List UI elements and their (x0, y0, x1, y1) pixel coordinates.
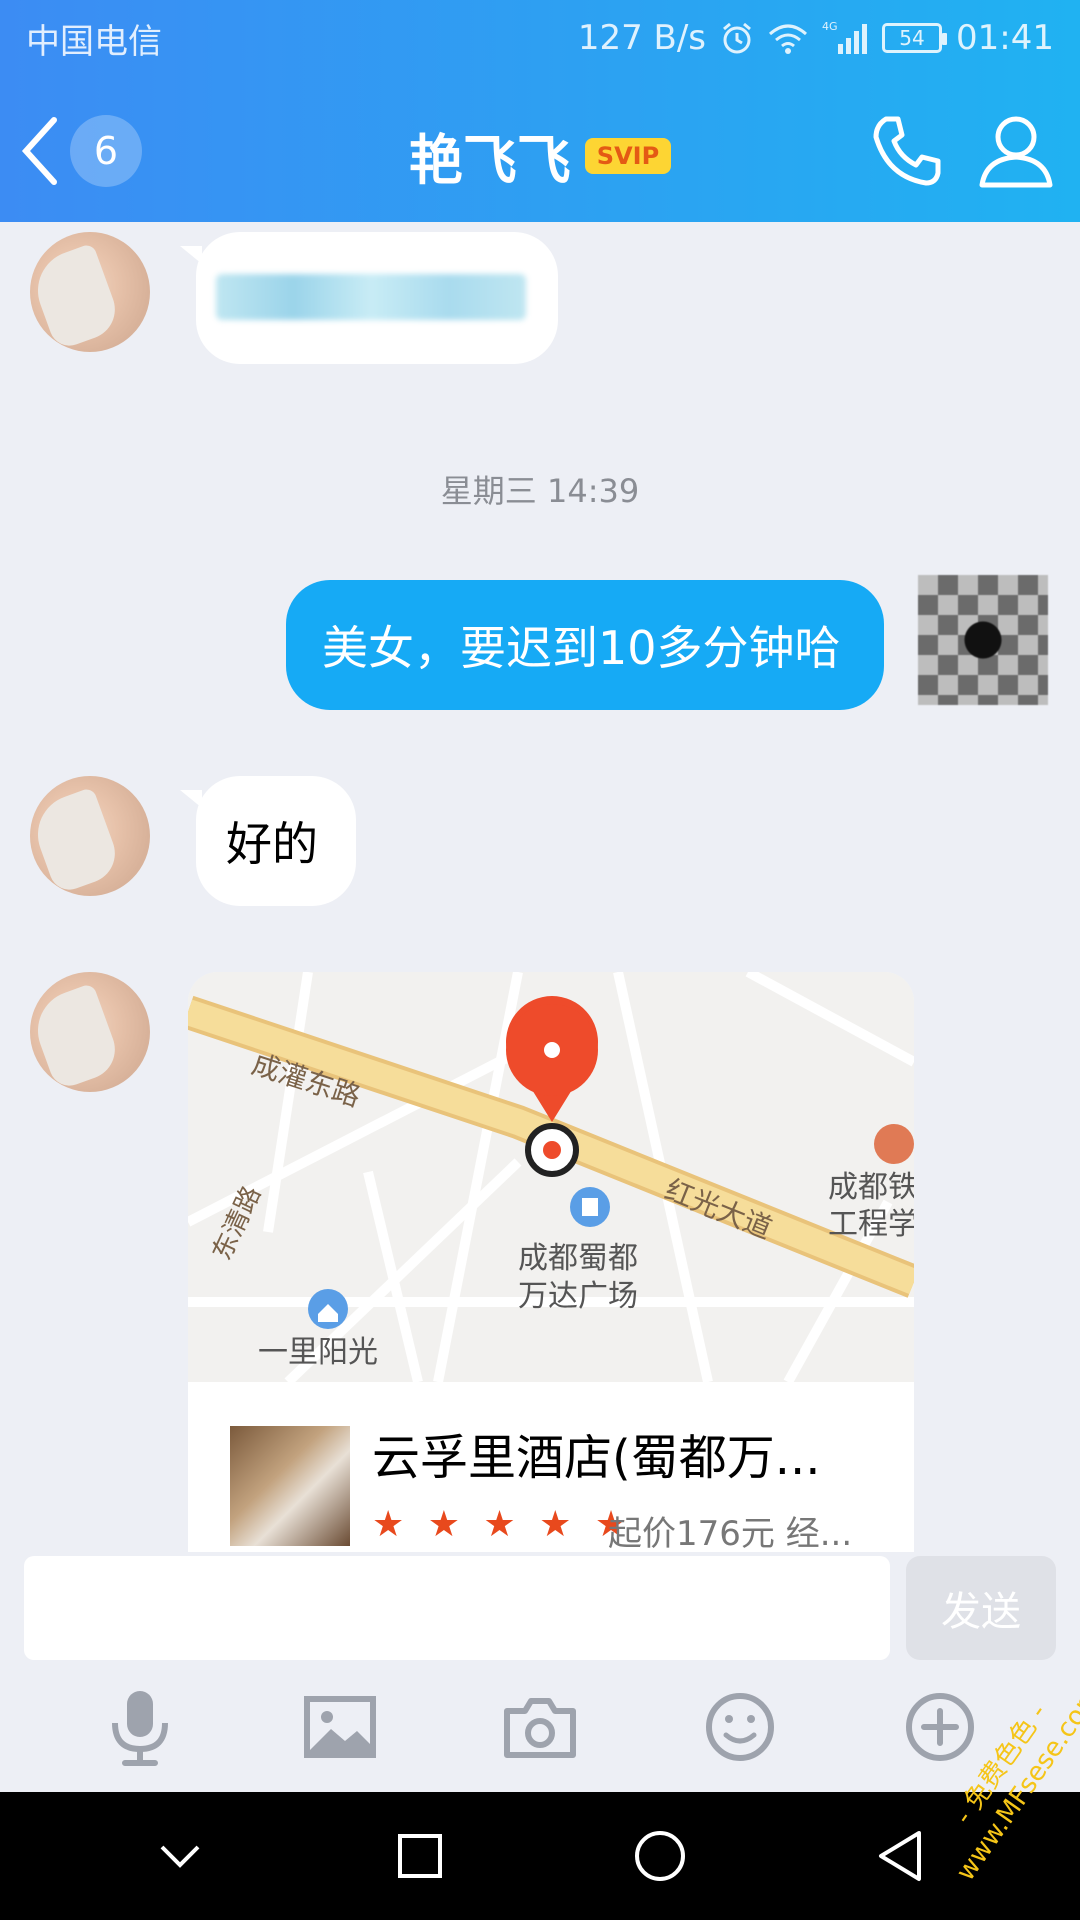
camera-icon (504, 1698, 576, 1758)
star-rating: ★ ★ ★ ★ ★ (372, 1504, 634, 1545)
carrier-label: 中国电信 (26, 21, 162, 62)
network-speed: 127 B/s (577, 18, 707, 58)
contact-avatar[interactable] (30, 972, 150, 1092)
contact-avatar[interactable] (30, 232, 150, 352)
triangle-back-icon (879, 1831, 921, 1881)
status-bar: 中国电信 127 B/s 4G 54 01:41 (0, 0, 1080, 76)
map-label-poi-3-line2: 工程学 (828, 1207, 914, 1242)
message-text: 好的 (226, 817, 318, 871)
message-bubble-incoming[interactable] (180, 232, 558, 364)
status-right: 127 B/s 4G 54 01:41 (578, 18, 1054, 58)
home-button[interactable] (610, 1806, 710, 1906)
chevron-down-icon (160, 1845, 200, 1868)
map-label-poi-3-line1: 成都铁 (828, 1170, 914, 1205)
voice-button[interactable] (95, 1682, 185, 1772)
hotel-info[interactable]: 云孚里酒店(蜀都万... ★ ★ ★ ★ ★ 起价176元 经... (188, 1382, 914, 1552)
microphone-icon (112, 1691, 168, 1766)
chat-header: 6 艳飞飞 SVIP (0, 76, 1080, 222)
input-toolbar (0, 1662, 1080, 1792)
svip-badge: SVIP (584, 137, 672, 174)
wifi-icon (769, 24, 808, 54)
phone-icon[interactable] (868, 111, 948, 191)
contact-name: 艳飞飞 (408, 129, 571, 192)
map-preview: 成灌东路 红光大道 东清路 成都蜀都 万达广场 一里阳光 成都铁 工程学 (188, 972, 914, 1382)
send-button[interactable]: 发送 (906, 1556, 1056, 1660)
chat-timestamp: 星期三 14:39 (440, 472, 640, 510)
hotel-thumbnail (230, 1426, 350, 1546)
image-icon (304, 1696, 376, 1758)
clock: 01:41 (956, 18, 1054, 58)
message-bubble-outgoing[interactable]: 美女，要迟到10多分钟哈 (286, 580, 884, 710)
message-text: 美女，要迟到10多分钟哈 (322, 621, 841, 675)
map-label-poi-1-line2: 万达广场 (518, 1279, 638, 1314)
camera-button[interactable] (495, 1682, 585, 1772)
self-avatar[interactable] (918, 575, 1048, 705)
signal-icon: 4G (822, 20, 868, 54)
message-bubble-incoming[interactable]: 好的 (180, 776, 356, 906)
more-button[interactable] (895, 1682, 985, 1772)
emoji-icon (706, 1693, 774, 1761)
emoji-button[interactable] (695, 1682, 785, 1772)
message-input[interactable] (24, 1556, 890, 1660)
hide-keyboard-button[interactable] (130, 1806, 230, 1906)
hotel-name: 云孚里酒店(蜀都万... (372, 1430, 821, 1486)
map-label-poi-2: 一里阳光 (258, 1335, 378, 1370)
hotel-price: 起价176元 经... (608, 1514, 853, 1552)
map-label-poi-1-line1: 成都蜀都 (518, 1241, 638, 1276)
top-bar: 中国电信 127 B/s 4G 54 01:41 6 艳飞飞 SVIP (0, 0, 1080, 222)
svg-text:4G: 4G (822, 20, 838, 33)
battery-indicator: 54 (882, 23, 948, 53)
blurred-message-text (216, 274, 526, 320)
contact-avatar[interactable] (30, 776, 150, 896)
circle-icon (635, 1831, 685, 1881)
system-nav-bar (0, 1792, 1080, 1920)
square-icon (398, 1834, 442, 1878)
person-icon[interactable] (976, 111, 1056, 191)
location-card[interactable]: 成灌东路 红光大道 东清路 成都蜀都 万达广场 一里阳光 成都铁 工程学 云孚里… (188, 972, 914, 1552)
alarm-icon (723, 22, 751, 54)
input-bar: 发送 (0, 1552, 1080, 1662)
plus-circle-icon (906, 1693, 974, 1761)
recents-button[interactable] (370, 1806, 470, 1906)
image-button[interactable] (295, 1682, 385, 1772)
